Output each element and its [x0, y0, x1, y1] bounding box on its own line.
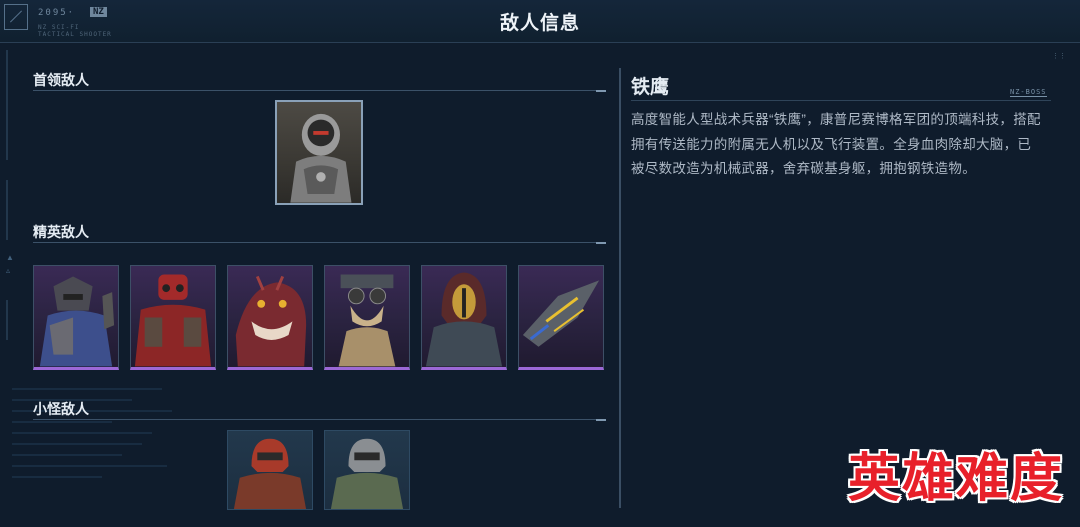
minion-card-1[interactable] — [227, 430, 313, 510]
armored-cyborg-portrait-icon — [290, 113, 352, 203]
silver-helmet-soldier-portrait-icon — [330, 438, 404, 509]
section-boss-header: 首领敌人 — [33, 70, 606, 92]
blue-armored-brute-portrait-icon — [39, 276, 115, 367]
enemy-corner-tag: NZ-BOSS — [1010, 88, 1047, 97]
enemy-name: 铁鹰 — [631, 77, 670, 98]
scroll-mark-icon: ▵ — [6, 266, 11, 275]
elite-card-4[interactable] — [324, 265, 410, 370]
minion-card-2[interactable] — [324, 430, 410, 510]
elite-card-1[interactable] — [33, 265, 119, 370]
hooded-gold-mask-portrait-icon — [425, 272, 503, 367]
panel-divider — [619, 68, 621, 508]
goggle-mutant-portrait-icon — [338, 274, 396, 367]
enemy-description: 高度智能人型战术兵器“铁鹰”，康普尼赛博格军团的顶端科技，搭配拥有传送能力的附属… — [631, 112, 1041, 176]
name-underline — [631, 100, 1051, 101]
red-heavy-mech-portrait-icon — [134, 274, 212, 367]
red-beast-monster-portrait-icon — [235, 275, 307, 367]
section-boss-label: 首领敌人 — [33, 72, 89, 88]
elite-card-6[interactable] — [518, 265, 604, 370]
page-title: 敌人信息 — [499, 13, 580, 34]
left-rail — [6, 50, 10, 510]
boss-card[interactable] — [275, 100, 363, 205]
section-elite-label: 精英敌人 — [33, 224, 89, 240]
section-minion-label: 小怪敌人 — [33, 401, 89, 417]
fighter-drone-portrait-icon — [522, 280, 600, 347]
hud-mark: ⋮⋮ — [1052, 52, 1066, 60]
section-elite-header: 精英敌人 — [33, 222, 606, 244]
difficulty-overlay: 英雄难度 — [847, 448, 1064, 509]
elite-card-2[interactable] — [130, 265, 216, 370]
red-helmet-soldier-portrait-icon — [233, 438, 307, 509]
section-minion-header: 小怪敌人 — [33, 399, 606, 421]
elite-card-3[interactable] — [227, 265, 313, 370]
elite-card-5[interactable] — [421, 265, 507, 370]
scroll-up-icon[interactable]: ▲ — [6, 253, 14, 262]
top-bar: 2095· NZ NZ SCI-FI TACTICAL SHOOTER 敌人信息 — [0, 0, 1080, 43]
